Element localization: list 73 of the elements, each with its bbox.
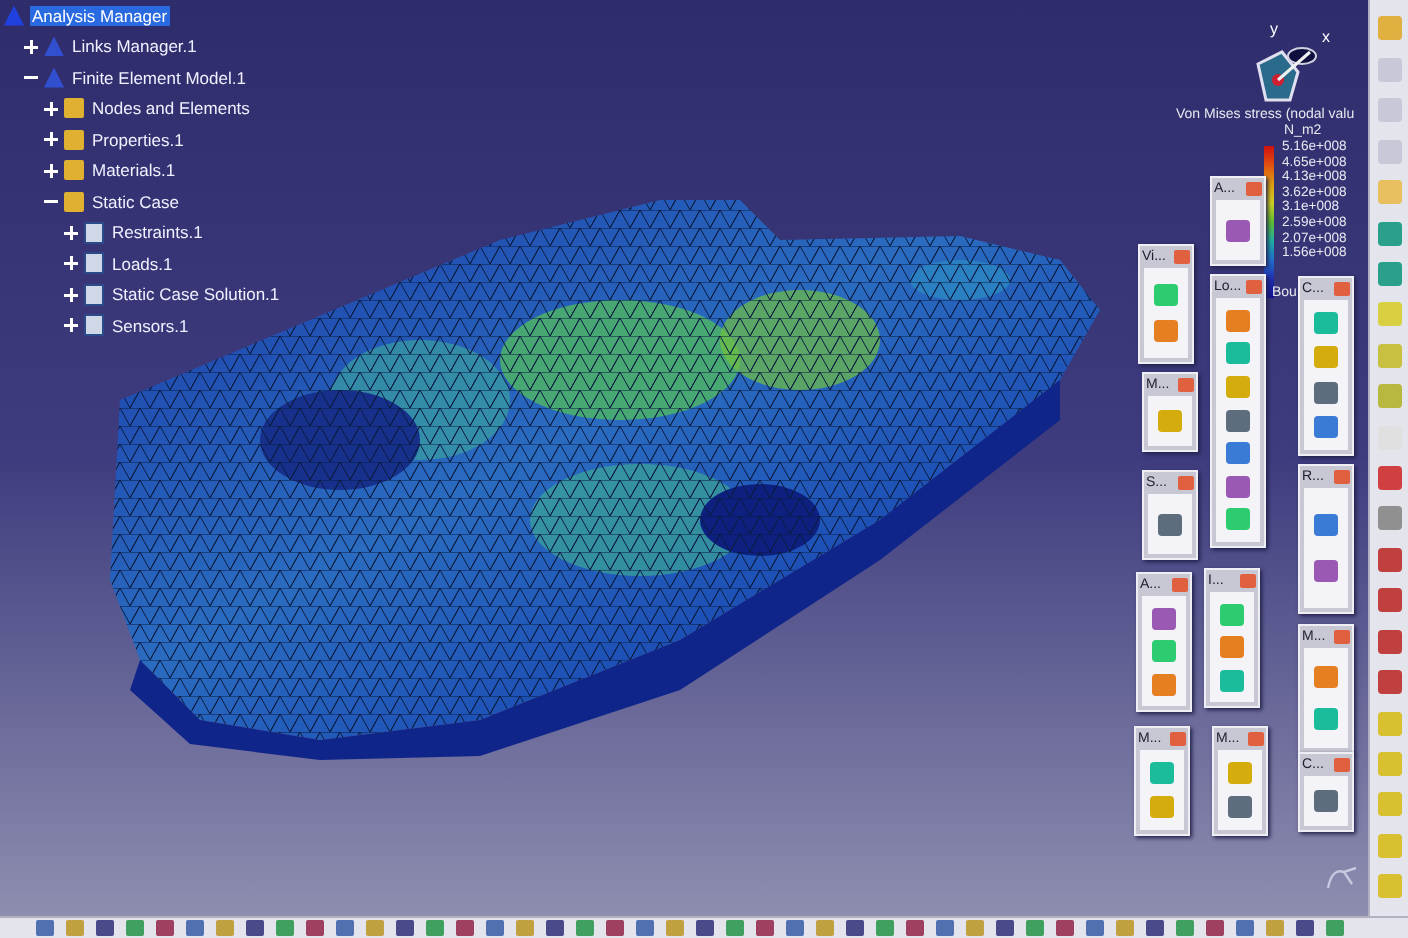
close-icon[interactable]: [1334, 757, 1350, 771]
tree-item[interactable]: Loads.1: [110, 253, 175, 274]
tool-icon[interactable]: [1226, 219, 1250, 241]
toolbar-icon[interactable]: [1377, 629, 1401, 654]
tool-icon[interactable]: [1226, 342, 1250, 365]
document-icon: [84, 252, 104, 275]
tool-icon[interactable]: [1314, 560, 1338, 583]
document-icon: [84, 221, 104, 244]
expander-icon[interactable]: [64, 256, 78, 271]
tree-item[interactable]: Materials.1: [90, 160, 178, 181]
tool-icon[interactable]: [1228, 796, 1252, 818]
close-icon[interactable]: [1334, 629, 1350, 643]
tool-icon[interactable]: [1158, 513, 1182, 535]
toolbar-icon[interactable]: [1377, 547, 1401, 572]
tool-icon[interactable]: [1152, 607, 1176, 629]
tool-icon[interactable]: [1152, 673, 1176, 695]
toolbar-icon[interactable]: [1377, 466, 1401, 491]
tree-item[interactable]: Sensors.1: [110, 315, 191, 336]
tool-icon[interactable]: [1220, 669, 1244, 691]
axis-label: x: [1322, 28, 1330, 46]
toolbar-icon[interactable]: [1377, 506, 1401, 531]
close-icon[interactable]: [1248, 731, 1264, 745]
expander-icon[interactable]: [64, 318, 78, 333]
expander-icon[interactable]: [24, 39, 38, 54]
tree-item[interactable]: Static Case Solution.1: [110, 284, 282, 305]
tool-icon[interactable]: [1314, 381, 1338, 404]
close-icon[interactable]: [1246, 181, 1262, 195]
analysis-icon: [4, 5, 24, 26]
tool-icon[interactable]: [1314, 312, 1338, 335]
tool-icon[interactable]: [1226, 309, 1250, 332]
tool-icon[interactable]: [1314, 346, 1338, 369]
close-icon[interactable]: [1170, 731, 1186, 745]
expander-icon[interactable]: [44, 163, 58, 178]
tree-item[interactable]: Nodes and Elements: [90, 98, 252, 119]
tree-item[interactable]: Properties.1: [90, 129, 186, 150]
close-icon[interactable]: [1334, 469, 1350, 483]
tree-item[interactable]: Finite Element Model.1: [70, 67, 248, 88]
document-icon: [84, 283, 104, 306]
tool-icon[interactable]: [1154, 320, 1178, 343]
close-icon[interactable]: [1246, 279, 1262, 293]
expander-icon[interactable]: [64, 287, 78, 302]
close-icon[interactable]: [1240, 573, 1256, 587]
toolbar-icon[interactable]: [1377, 221, 1401, 246]
tool-icon[interactable]: [1314, 790, 1338, 812]
axis-arrow-icon: [1324, 864, 1360, 892]
expander-icon[interactable]: [44, 132, 58, 147]
node-icon: [44, 67, 64, 88]
close-icon[interactable]: [1334, 281, 1350, 295]
document-icon: [84, 314, 104, 337]
toolbar-icon[interactable]: [1377, 670, 1401, 695]
tree-item[interactable]: Restraints.1: [110, 222, 205, 243]
expander-icon[interactable]: [44, 101, 58, 116]
tool-icon[interactable]: [1226, 475, 1250, 498]
tool-icon[interactable]: [1226, 375, 1250, 398]
axis-label: y: [1270, 20, 1278, 38]
tool-icon[interactable]: [1314, 415, 1338, 438]
close-icon[interactable]: [1178, 377, 1194, 391]
tool-icon[interactable]: [1314, 707, 1338, 730]
close-icon[interactable]: [1172, 577, 1188, 591]
expander-icon[interactable]: [64, 225, 78, 240]
tool-icon[interactable]: [1226, 409, 1250, 431]
toolbar-icon[interactable]: [1377, 588, 1401, 613]
tool-icon[interactable]: [1226, 442, 1250, 465]
node-icon: [44, 36, 64, 57]
tree-item[interactable]: Links Manager.1: [70, 36, 199, 57]
tree-item[interactable]: Static Case: [90, 191, 181, 212]
expander-icon[interactable]: [44, 194, 58, 209]
tree-item[interactable]: Analysis Manager: [30, 5, 170, 26]
close-icon[interactable]: [1178, 475, 1194, 489]
close-icon[interactable]: [1174, 249, 1190, 263]
tool-icon[interactable]: [1314, 666, 1338, 689]
toolbar-icon[interactable]: [1377, 261, 1401, 286]
tool-icon[interactable]: [1314, 513, 1338, 536]
